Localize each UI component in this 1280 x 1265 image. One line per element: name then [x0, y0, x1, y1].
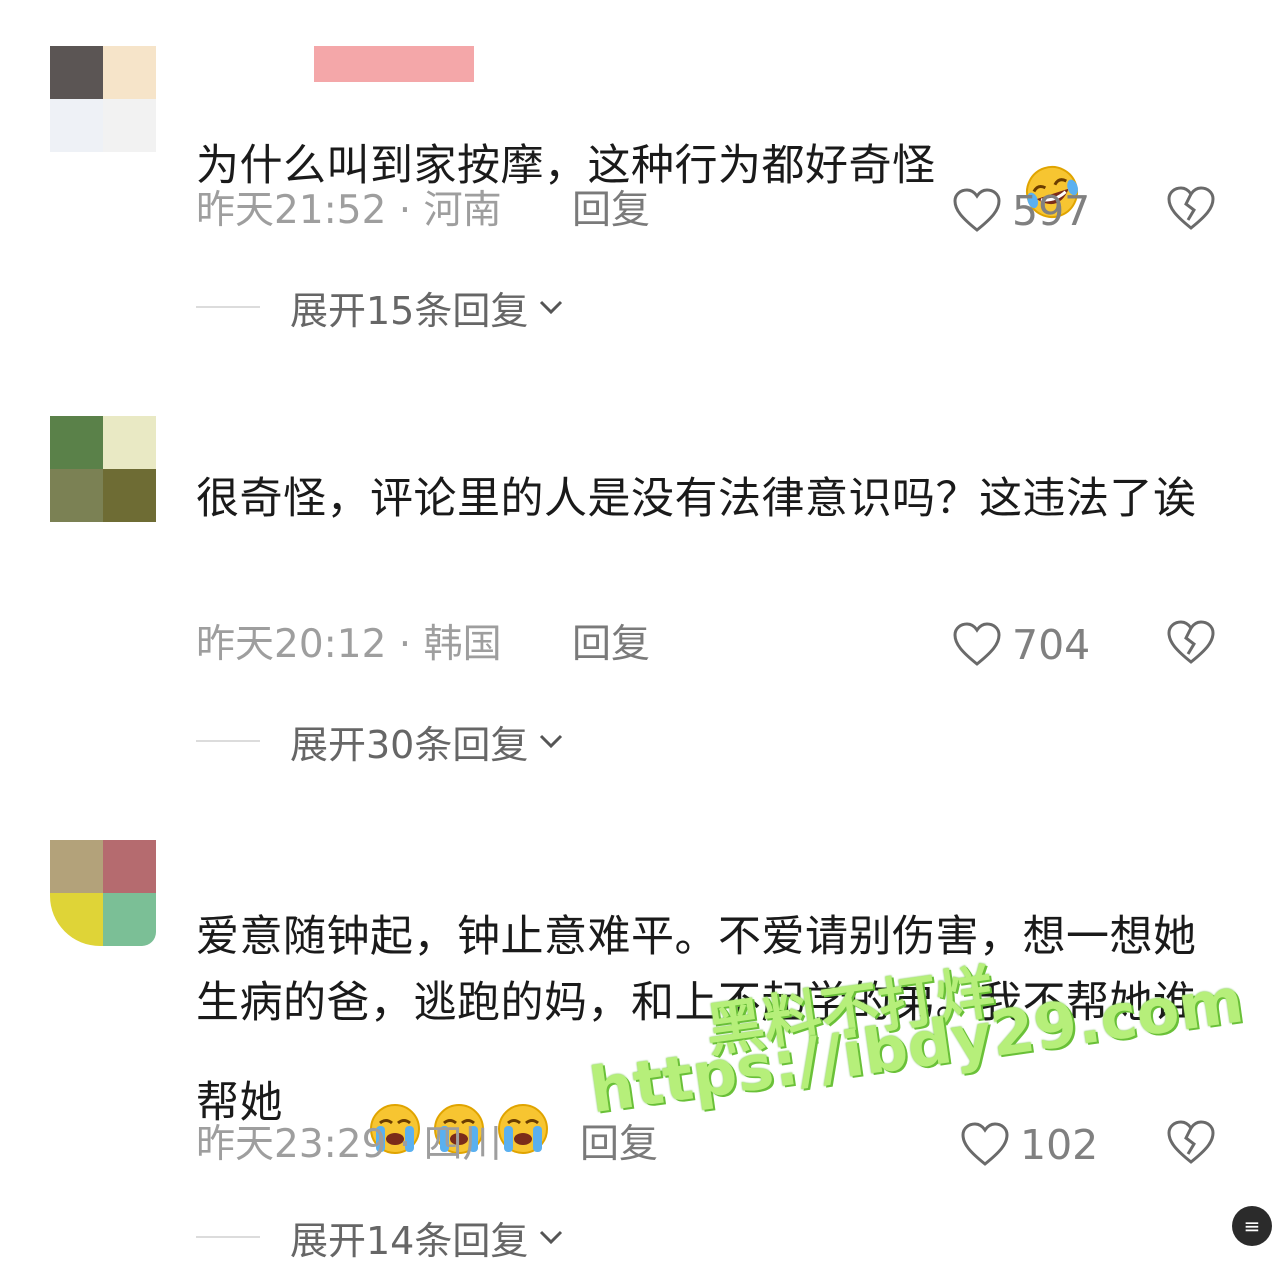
reply-button[interactable]: 回复 [572, 186, 650, 236]
avatar-tile [103, 840, 156, 893]
like-button[interactable]: 704 [952, 620, 1090, 670]
floating-menu-icon[interactable]: ≡ [1232, 1206, 1272, 1246]
avatar-tile [50, 469, 103, 522]
dislike-button[interactable] [1166, 186, 1216, 245]
broken-heart-icon [1167, 620, 1215, 664]
expand-replies-label: 展开30条回复 [290, 722, 529, 767]
like-button[interactable]: 597 [952, 186, 1090, 236]
expand-replies-label: 展开15条回复 [290, 288, 529, 333]
dislike-button[interactable] [1166, 620, 1216, 679]
chevron-down-icon [540, 300, 563, 315]
heart-outline-icon [953, 188, 1001, 232]
expand-replies-label: 展开14条回复 [290, 1218, 529, 1263]
heart-outline-icon [961, 1122, 1009, 1166]
reply-button[interactable]: 回复 [572, 620, 650, 670]
avatar-tile [103, 99, 156, 152]
expand-replies-button[interactable]: 展开15条回复 [196, 282, 566, 333]
comment-meta: 昨天23:29 · 四川 回复 102 [196, 1120, 1236, 1170]
chevron-down-icon [540, 734, 563, 749]
like-button[interactable]: 102 [960, 1120, 1098, 1170]
expand-replies-button[interactable]: 展开30条回复 [196, 716, 566, 767]
like-count: 704 [1012, 621, 1091, 669]
chevron-down-icon [540, 1230, 563, 1245]
avatar[interactable] [50, 416, 156, 522]
divider [196, 740, 260, 742]
avatar-tile [50, 99, 103, 152]
expand-replies-button[interactable]: 展开14条回复 [196, 1212, 566, 1263]
avatar-tile [50, 893, 103, 946]
comment-meta: 昨天20:12 · 韩国 回复 704 [196, 620, 1236, 670]
heart-outline-icon [953, 622, 1001, 666]
avatar[interactable] [50, 46, 156, 152]
avatar-tile [103, 469, 156, 522]
time-location: 昨天20:12 · 韩国 [196, 622, 502, 667]
divider [196, 1236, 260, 1238]
dislike-button[interactable] [1166, 1120, 1216, 1179]
avatar-tile [103, 416, 156, 469]
broken-heart-icon [1167, 186, 1215, 230]
like-count: 597 [1012, 187, 1091, 235]
broken-heart-icon [1167, 1120, 1215, 1164]
time-location: 昨天21:52 · 河南 [196, 188, 502, 233]
avatar-tile [103, 893, 156, 946]
username-redaction [314, 46, 474, 82]
avatar-tile [50, 46, 103, 99]
reply-button[interactable]: 回复 [580, 1120, 658, 1170]
like-count: 102 [1020, 1121, 1099, 1169]
time-location: 昨天23:29 · 四川 [196, 1122, 502, 1167]
avatar-tile [50, 840, 103, 893]
avatar-tile [103, 46, 156, 99]
avatar[interactable] [50, 840, 156, 946]
avatar-tile [50, 416, 103, 469]
divider [196, 306, 260, 308]
comment-text: 很奇怪，评论里的人是没有法律意识吗？这违法了诶 [196, 474, 1197, 524]
comment-meta: 昨天21:52 · 河南 回复 597 [196, 186, 1236, 236]
